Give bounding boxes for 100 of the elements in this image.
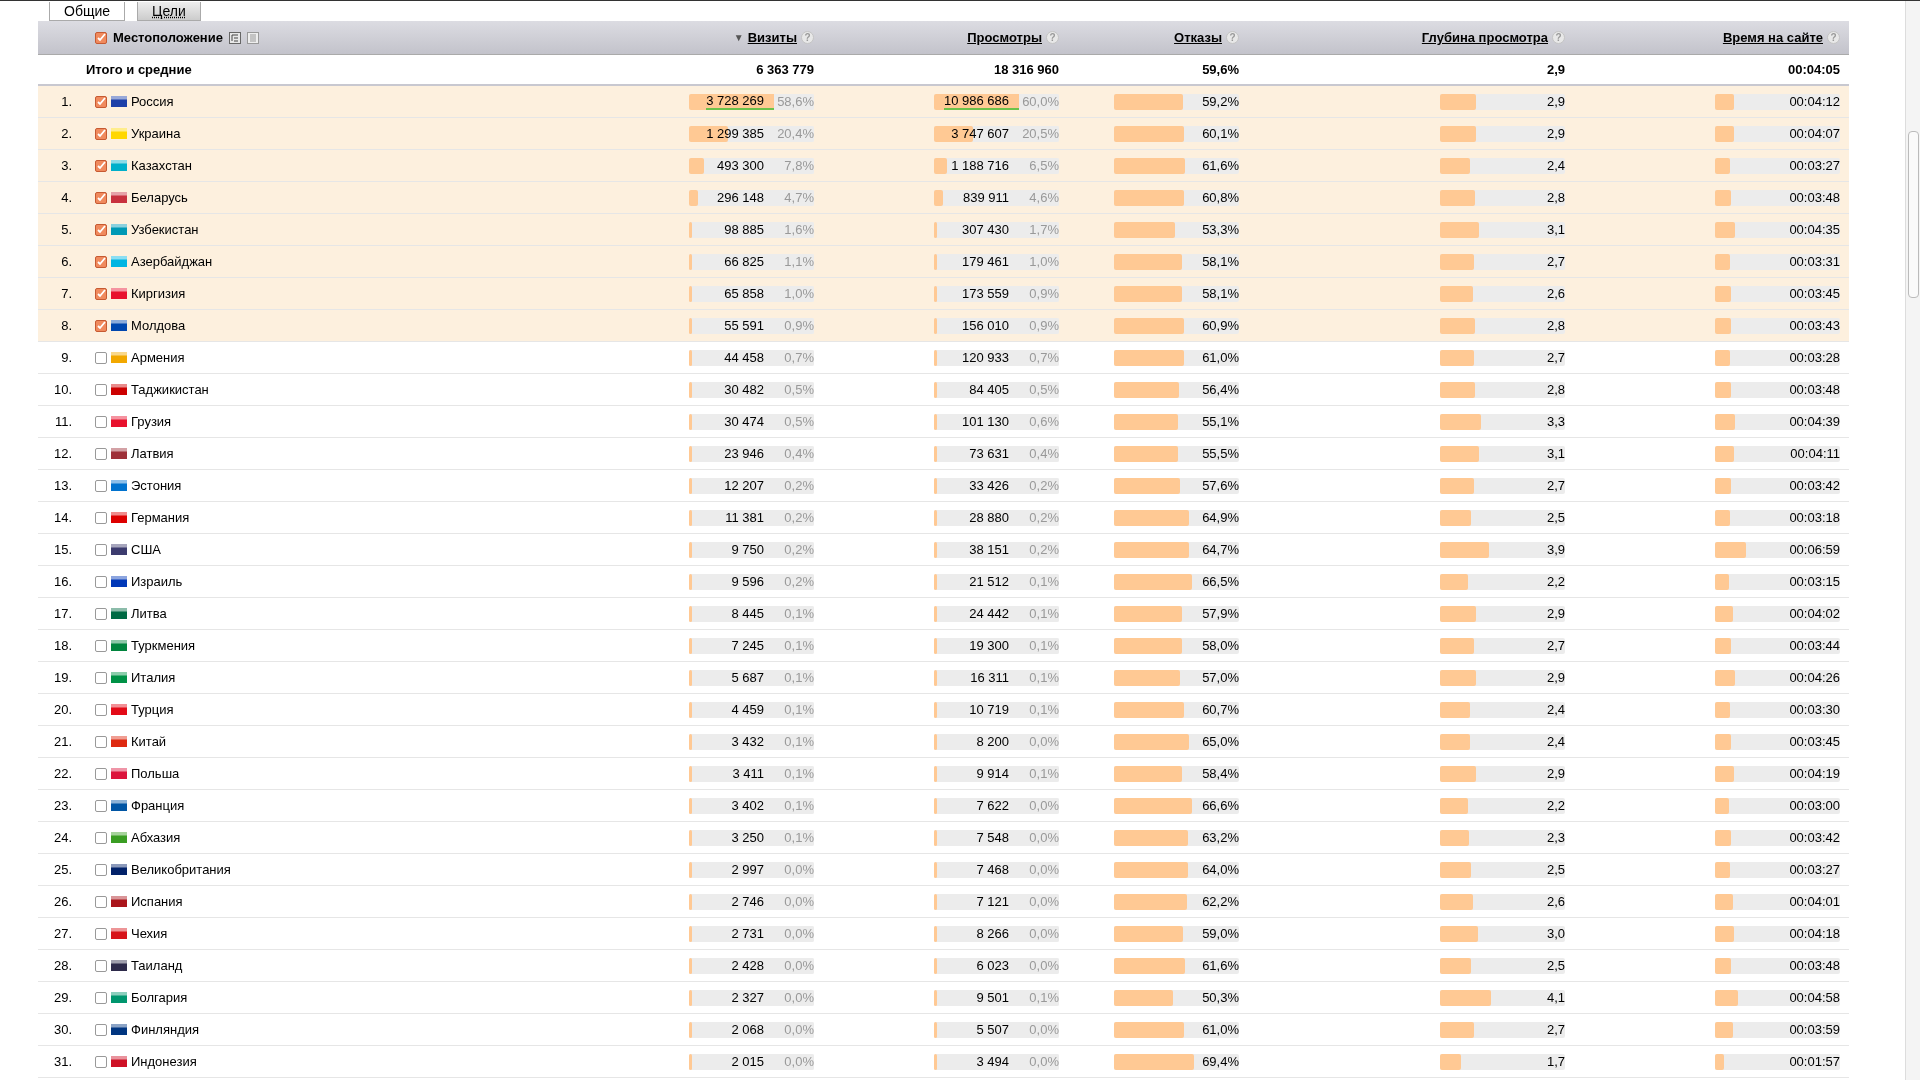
cell-value: 62,2%: [1202, 894, 1239, 909]
cell-value: 00:03:48: [1789, 958, 1840, 973]
cell-value: 8 200: [976, 734, 1010, 749]
totals-label: Итого и средние: [85, 62, 193, 77]
checkbox[interactable]: [95, 127, 107, 140]
checkbox[interactable]: [95, 223, 107, 236]
cell-value: 2,8: [1546, 318, 1565, 333]
cell-value: 2,9: [1546, 126, 1565, 141]
cell-value: 4,1: [1546, 990, 1565, 1005]
country-name: Казахстан: [131, 158, 192, 173]
checkbox[interactable]: [95, 191, 107, 204]
cell-value: 00:03:42: [1789, 830, 1840, 845]
column-header[interactable]: Время на сайте: [1722, 30, 1823, 45]
cell-value: 3,9: [1546, 542, 1565, 557]
tab[interactable]: Общие: [49, 2, 126, 21]
checkbox[interactable]: [95, 895, 107, 908]
row-number: 11.: [53, 414, 73, 429]
cell-value: 57,9%: [1202, 606, 1239, 621]
list-view-icon[interactable]: [246, 31, 259, 44]
cell-value: 7 548: [976, 830, 1010, 845]
checkbox[interactable]: [95, 959, 107, 972]
country-name: Финляндия: [131, 1022, 199, 1037]
column-header[interactable]: Визиты: [747, 30, 797, 45]
checkbox[interactable]: [95, 95, 107, 108]
row-number: 26.: [52, 894, 73, 909]
cell-value: 2,9: [1546, 606, 1565, 621]
row-number: 2.: [60, 126, 73, 141]
cell-value: 00:03:48: [1789, 190, 1840, 205]
table-row[interactable]: 4. Беларусь 296 148 4,7% 839 911 4,6% 60,8% 2,8 00:03:48: [38, 182, 1849, 214]
table-row[interactable]: 7. Киргизия 65 858 1,0% 173 559 0,9% 58,1% 2,6 00:03:45: [38, 278, 1849, 310]
row-number: 12.: [52, 446, 73, 461]
cell-value: 3,1: [1546, 446, 1565, 461]
checkbox[interactable]: [95, 479, 107, 492]
checkbox[interactable]: [95, 1055, 107, 1068]
cell-value: 2,8: [1546, 382, 1565, 397]
cell-value: 00:03:00: [1789, 798, 1840, 813]
checkbox[interactable]: [95, 799, 107, 812]
cell-value: 2,4: [1546, 734, 1565, 749]
checkbox[interactable]: [95, 575, 107, 588]
cell-value: 00:04:12: [1789, 94, 1840, 109]
tree-view-icon[interactable]: [228, 31, 241, 44]
column-header[interactable]: Глубина просмотра: [1421, 30, 1548, 45]
cell-value: 44 458: [724, 350, 765, 365]
checkbox[interactable]: [95, 735, 107, 748]
total-value: 59,6%: [1201, 62, 1240, 77]
country-name: Польша: [131, 766, 180, 781]
cell-value: 8 445: [731, 606, 765, 621]
checkbox[interactable]: [95, 351, 107, 364]
column-header[interactable]: Просмотры: [967, 30, 1042, 45]
cell-value: 2,5: [1546, 510, 1565, 525]
table-row[interactable]: 1. Россия 3 728 269 58,6% 10 986 686 60,0% 59,2% 2,9 00:04:12: [38, 86, 1849, 118]
cell-value: 2 068: [731, 1022, 765, 1037]
checkbox[interactable]: [95, 927, 107, 940]
cell-value: 2,5: [1546, 862, 1565, 877]
checkbox[interactable]: [95, 767, 107, 780]
tab[interactable]: Цели: [137, 2, 201, 21]
cell-value: 64,7%: [1202, 542, 1239, 557]
checkbox[interactable]: [95, 703, 107, 716]
checkbox[interactable]: [95, 671, 107, 684]
column-header: Местоположение: [113, 30, 223, 45]
cell-value: 00:04:26: [1789, 670, 1840, 685]
cell-value: 28 880: [969, 510, 1010, 525]
checkbox[interactable]: [95, 287, 107, 300]
table-row[interactable]: 2. Украина 1 299 385 20,4% 3 747 607 20,5% 60,1% 2,9 00:04:07: [38, 118, 1849, 150]
checkbox[interactable]: [95, 447, 107, 460]
cell-value: 2,9: [1546, 94, 1565, 109]
checkbox[interactable]: [95, 255, 107, 268]
country-name: Узбекистан: [131, 222, 199, 237]
checkbox[interactable]: [95, 639, 107, 652]
column-header[interactable]: Отказы: [1174, 30, 1222, 45]
checkbox[interactable]: [95, 31, 107, 44]
checkbox[interactable]: [95, 159, 107, 172]
checkbox[interactable]: [95, 991, 107, 1004]
table-row[interactable]: 3. Казахстан 493 300 7,8% 1 188 716 6,5% 61,6% 2,4 00:03:27: [38, 150, 1849, 182]
total-value: 6 363 779: [755, 62, 815, 77]
cell-value: 7 622: [976, 798, 1010, 813]
table-row[interactable]: 6. Азербайджан 66 825 1,1% 179 461 1,0% 58,1% 2,7 00:03:31: [38, 246, 1849, 278]
country-name: Литва: [131, 606, 167, 621]
checkbox[interactable]: [95, 607, 107, 620]
cell-value: 00:03:15: [1789, 574, 1840, 589]
checkbox[interactable]: [95, 831, 107, 844]
country-name: Латвия: [131, 446, 174, 461]
checkbox[interactable]: [95, 383, 107, 396]
checkbox[interactable]: [95, 319, 107, 332]
country-name: Грузия: [131, 414, 172, 429]
table-row[interactable]: 8. Молдова 55 591 0,9% 156 010 0,9% 60,9% 2,8 00:03:43: [38, 310, 1849, 342]
cell-value: 2,2: [1546, 798, 1565, 813]
row-number: 14.: [52, 510, 73, 525]
scrollbar[interactable]: [1905, 1, 1920, 1080]
cell-value: 120 933: [962, 350, 1010, 365]
cell-value: 296 148: [717, 190, 765, 205]
checkbox[interactable]: [95, 511, 107, 524]
country-name: США: [131, 542, 161, 557]
cell-value: 3,0: [1546, 926, 1565, 941]
checkbox[interactable]: [95, 543, 107, 556]
checkbox[interactable]: [95, 415, 107, 428]
checkbox[interactable]: [95, 1023, 107, 1036]
table-row[interactable]: 5. Узбекистан 98 885 1,6% 307 430 1,7% 53,3% 3,1 00:04:35: [38, 214, 1849, 246]
cell-value: 64,0%: [1202, 862, 1239, 877]
checkbox[interactable]: [95, 863, 107, 876]
